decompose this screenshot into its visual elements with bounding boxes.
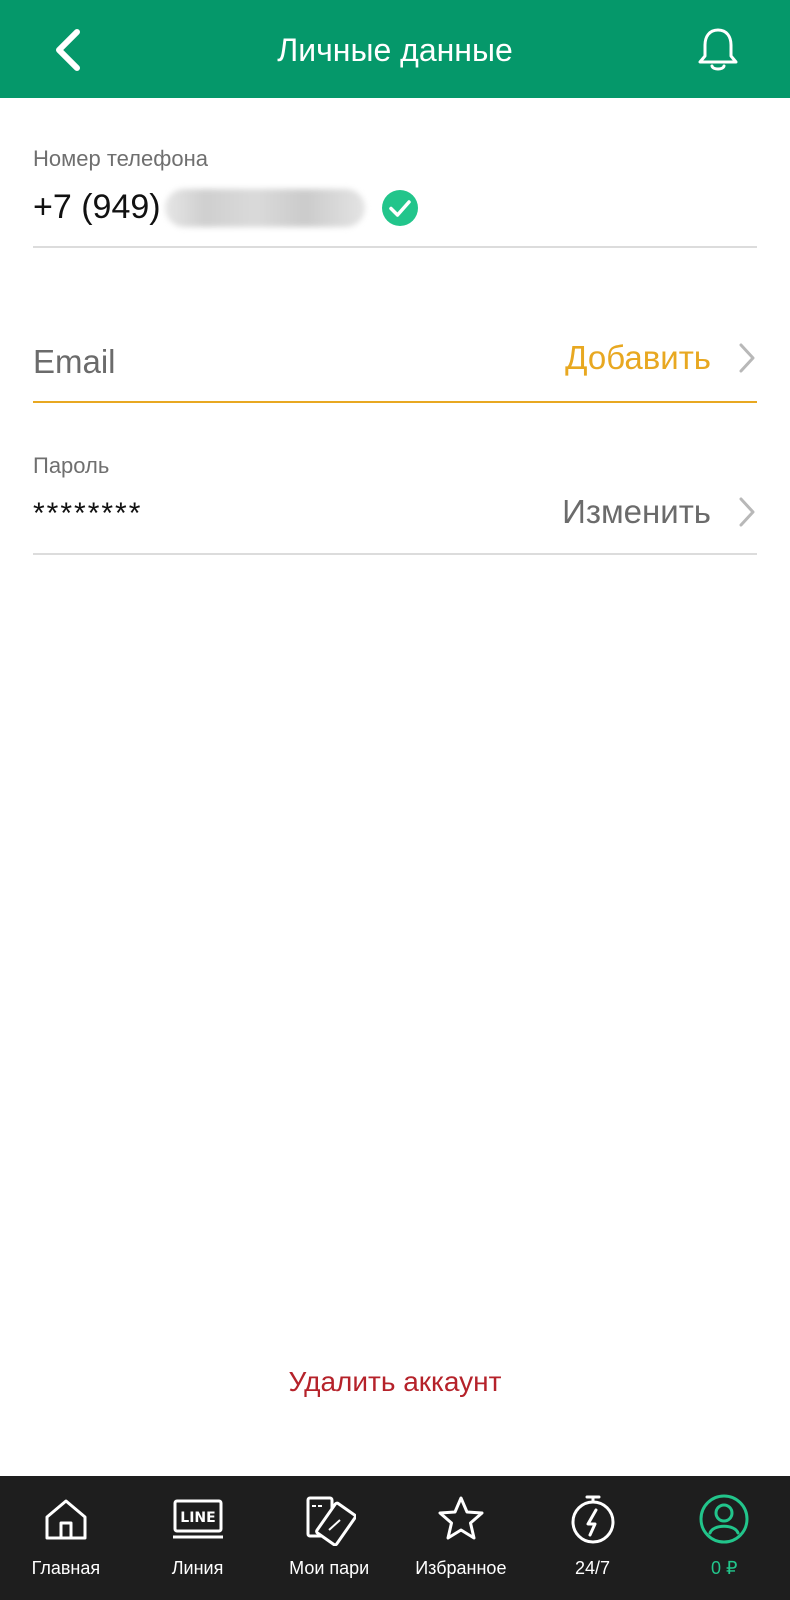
add-email-label: Добавить [565,339,711,376]
verified-check-icon [381,189,419,227]
nav-label-line: Линия [171,1558,224,1578]
chevron-right-icon [737,495,757,529]
bottom-navigation: Главная LINE Линия Мои пари Избранное 24… [0,1476,790,1600]
add-email-button[interactable]: Добавить [565,339,757,377]
change-password-button[interactable]: Изменить [562,493,757,531]
tickets-icon [302,1492,357,1546]
phone-field: Номер телефона +7 (949) [33,140,757,248]
email-placeholder: Email [33,343,116,380]
password-value: ******** [33,497,143,530]
nav-label-my-bets: Мои пари [289,1558,370,1578]
password-field: Пароль ******** Изменить [33,445,757,555]
nav-item-my-bets[interactable]: Мои пари [263,1476,395,1600]
header-bar: Личные данные [0,0,790,98]
nav-item-favorites[interactable]: Избранное [395,1476,527,1600]
bell-icon [698,28,738,71]
nav-label-favorites: Избранное [415,1558,507,1578]
page-title: Личные данные [277,32,513,68]
phone-value: +7 (949) [33,188,419,227]
email-field[interactable]: Email Добавить [33,325,757,403]
home-icon [39,1492,93,1546]
line-icon-text: LINE [180,1510,215,1526]
change-password-label: Изменить [562,493,711,530]
nav-item-home[interactable]: Главная [0,1476,132,1600]
nav-item-profile[interactable]: 0 ₽ [658,1476,790,1600]
password-label: Пароль [33,453,110,478]
star-icon [434,1492,488,1546]
personal-data-screen: Личные данные Номер телефона +7 (949) Em… [0,0,790,1600]
phone-value-prefix: +7 (949) [33,188,161,226]
stopwatch-icon [566,1492,620,1546]
phone-label: Номер телефона [33,146,208,171]
chevron-right-icon [737,341,757,375]
notifications-button[interactable] [690,22,746,78]
nav-label-home: Главная [31,1558,101,1578]
phone-redacted-blur [164,188,365,227]
nav-item-line[interactable]: LINE Линия [132,1476,264,1600]
line-icon: LINE [171,1492,225,1546]
nav-label-balance: 0 ₽ [710,1558,738,1578]
nav-item-24-7[interactable]: 24/7 [527,1476,659,1600]
nav-label-24-7: 24/7 [575,1558,611,1578]
user-icon [697,1492,751,1546]
delete-account-button[interactable]: Удалить аккаунт [0,1366,790,1398]
